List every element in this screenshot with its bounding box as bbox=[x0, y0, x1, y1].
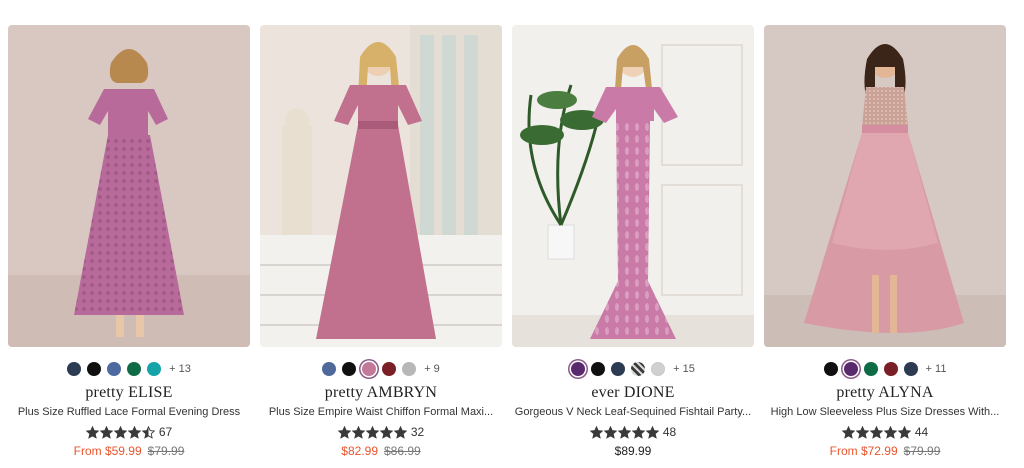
product-rating: 32 bbox=[260, 425, 502, 439]
sale-price: $82.99 bbox=[341, 444, 378, 458]
product-title[interactable]: Gorgeous V Neck Leaf-Sequined Fishtail P… bbox=[512, 406, 754, 418]
color-swatch[interactable] bbox=[903, 362, 918, 376]
product-card[interactable]: + 11 pretty ALYNA High Low Sleeveless Pl… bbox=[764, 25, 1006, 465]
star-icon bbox=[365, 425, 379, 439]
product-price: From $72.99 $79.99 bbox=[764, 444, 1006, 458]
review-count: 44 bbox=[914, 425, 929, 439]
product-card[interactable]: + 15 ever DIONE Gorgeous V Neck Leaf-Seq… bbox=[512, 25, 754, 465]
star-icon bbox=[113, 425, 127, 439]
color-swatch[interactable] bbox=[631, 362, 646, 376]
more-colors-count[interactable]: + 13 bbox=[169, 363, 191, 375]
color-swatch[interactable] bbox=[342, 362, 357, 376]
star-icon bbox=[869, 425, 883, 439]
product-title[interactable]: High Low Sleeveless Plus Size Dresses Wi… bbox=[764, 406, 1006, 418]
product-title[interactable]: Plus Size Empire Waist Chiffon Formal Ma… bbox=[260, 406, 502, 418]
star-icon bbox=[631, 425, 645, 439]
product-brand[interactable]: pretty ALYNA bbox=[764, 384, 1006, 402]
star-icon bbox=[883, 425, 897, 439]
color-swatch[interactable] bbox=[651, 362, 666, 376]
more-colors-count[interactable]: + 9 bbox=[424, 363, 440, 375]
original-price: $79.99 bbox=[903, 444, 941, 458]
more-colors-count[interactable]: + 11 bbox=[926, 363, 947, 375]
color-swatch-selected[interactable] bbox=[571, 362, 586, 376]
product-image[interactable] bbox=[260, 25, 502, 347]
product-title[interactable]: Plus Size Ruffled Lace Formal Evening Dr… bbox=[8, 406, 250, 418]
color-swatch[interactable] bbox=[147, 362, 162, 376]
product-price: From $59.99 $79.99 bbox=[8, 444, 250, 458]
product-brand[interactable]: pretty ELISE bbox=[8, 384, 250, 402]
sale-price: From $72.99 bbox=[829, 444, 898, 458]
star-icon bbox=[351, 425, 365, 439]
product-brand[interactable]: pretty AMBRYN bbox=[260, 384, 502, 402]
color-swatch[interactable] bbox=[322, 362, 337, 376]
more-colors-count[interactable]: + 15 bbox=[673, 363, 695, 375]
color-swatches: + 13 bbox=[8, 359, 250, 379]
product-price: $89.99 bbox=[512, 444, 754, 458]
star-rating bbox=[337, 425, 407, 439]
product-card[interactable]: + 13 pretty ELISE Plus Size Ruffled Lace… bbox=[8, 25, 250, 465]
color-swatch[interactable] bbox=[87, 362, 102, 376]
star-icon bbox=[379, 425, 393, 439]
price: $89.99 bbox=[614, 444, 652, 458]
star-icon bbox=[603, 425, 617, 439]
color-swatch[interactable] bbox=[67, 362, 82, 376]
review-count: 48 bbox=[662, 425, 677, 439]
star-icon bbox=[841, 425, 855, 439]
color-swatch[interactable] bbox=[107, 362, 122, 376]
star-icon bbox=[337, 425, 351, 439]
star-icon bbox=[393, 425, 407, 439]
color-swatches: + 11 bbox=[764, 359, 1006, 379]
star-icon bbox=[589, 425, 603, 439]
star-icon bbox=[897, 425, 911, 439]
color-swatch[interactable] bbox=[883, 362, 898, 376]
product-price: $82.99 $86.99 bbox=[260, 444, 502, 458]
color-swatch[interactable] bbox=[591, 362, 606, 376]
star-rating bbox=[85, 425, 155, 439]
product-brand[interactable]: ever DIONE bbox=[512, 384, 754, 402]
star-icon bbox=[127, 425, 141, 439]
color-swatch-selected[interactable] bbox=[362, 362, 377, 376]
review-count: 32 bbox=[410, 425, 425, 439]
original-price: $79.99 bbox=[147, 444, 185, 458]
color-swatch[interactable] bbox=[402, 362, 417, 376]
star-rating bbox=[589, 425, 659, 439]
product-image[interactable] bbox=[764, 25, 1006, 347]
star-icon bbox=[617, 425, 631, 439]
color-swatch[interactable] bbox=[382, 362, 397, 376]
color-swatch[interactable] bbox=[823, 362, 838, 376]
star-icon bbox=[855, 425, 869, 439]
review-count: 67 bbox=[158, 425, 173, 439]
product-rating: 44 bbox=[764, 425, 1006, 439]
color-swatch[interactable] bbox=[863, 362, 878, 376]
color-swatches: + 9 bbox=[260, 359, 502, 379]
color-swatch[interactable] bbox=[611, 362, 626, 376]
product-image[interactable] bbox=[8, 25, 250, 347]
star-icon bbox=[645, 425, 659, 439]
star-rating bbox=[841, 425, 911, 439]
star-icon bbox=[141, 425, 155, 439]
product-image[interactable] bbox=[512, 25, 754, 347]
product-rating: 48 bbox=[512, 425, 754, 439]
color-swatches: + 15 bbox=[512, 359, 754, 379]
color-swatch[interactable] bbox=[127, 362, 142, 376]
color-swatch-selected[interactable] bbox=[843, 362, 858, 376]
sale-price: From $59.99 bbox=[73, 444, 142, 458]
product-grid: + 13 pretty ELISE Plus Size Ruffled Lace… bbox=[8, 25, 1016, 465]
star-icon bbox=[85, 425, 99, 439]
star-icon bbox=[99, 425, 113, 439]
product-card[interactable]: + 9 pretty AMBRYN Plus Size Empire Waist… bbox=[260, 25, 502, 465]
original-price: $86.99 bbox=[384, 444, 421, 458]
product-rating: 67 bbox=[8, 425, 250, 439]
